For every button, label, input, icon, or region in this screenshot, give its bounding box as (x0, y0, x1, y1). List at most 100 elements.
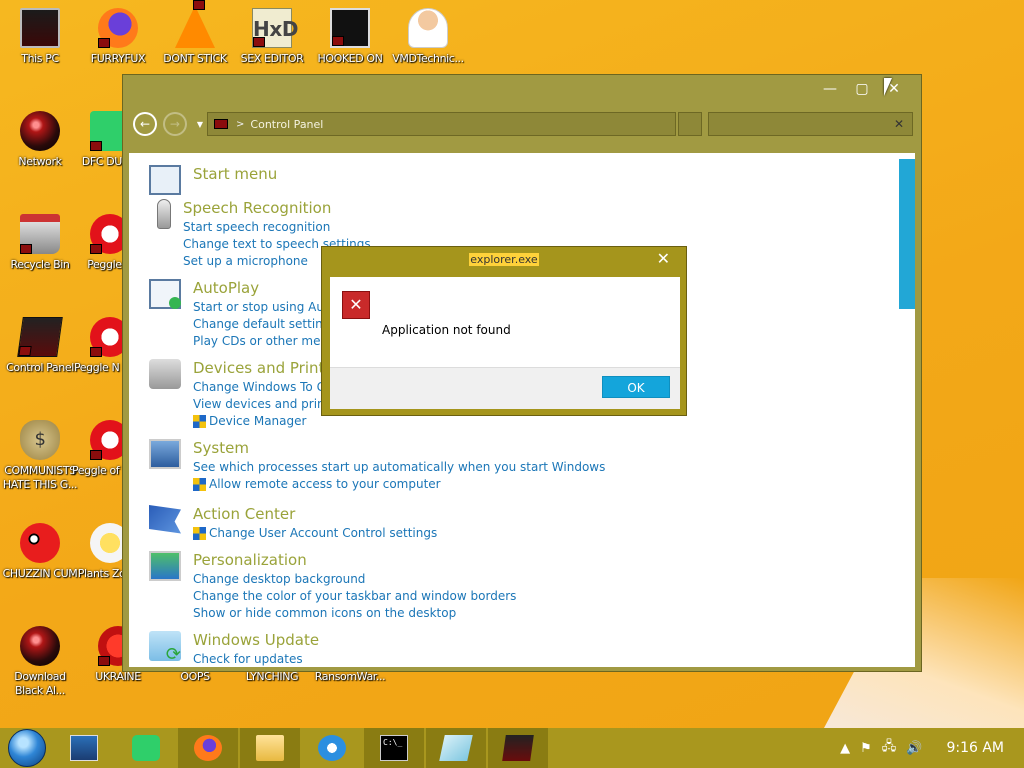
doctor-icon (408, 8, 448, 48)
dialog-close-button[interactable]: ✕ (657, 249, 670, 268)
recycle-bin-icon (20, 214, 60, 254)
desktop-icon-label: UKRAINE (95, 670, 141, 683)
error-icon: ✕ (342, 291, 370, 319)
taskbar-item-firefox[interactable] (178, 728, 238, 768)
refresh-button[interactable] (677, 112, 702, 136)
desktop-icon-label: OOPS (180, 670, 210, 683)
desktop-icon-label: DONT STICK (163, 52, 227, 65)
taskbar-item-command-prompt[interactable]: C:\_ (364, 728, 424, 768)
taskbar-item-notepad[interactable] (426, 728, 486, 768)
shortcut-badge-icon (253, 37, 265, 47)
category-link-text: Show or hide common icons on the desktop (193, 606, 457, 620)
category-link-text: Check for updates (193, 652, 303, 666)
maximize-button[interactable]: ▢ (849, 79, 875, 99)
system-tray: ▲ ⚑ 🖧 🔊 9:16 AM (840, 737, 1024, 759)
desktop-icon-label: Network (18, 155, 62, 168)
control-panel-icon (502, 735, 534, 761)
money-bag-icon: $ (20, 420, 60, 460)
window-controls: — ▢ ✕ (817, 79, 907, 99)
error-dialog: explorer.exe ✕ ✕ Application not found O… (321, 246, 687, 416)
category-start-menu: Start menu (149, 165, 277, 195)
recent-locations-dropdown[interactable]: ▼ (197, 120, 203, 129)
start-button[interactable] (8, 729, 46, 767)
category-system: System See which processes start up autom… (149, 439, 605, 493)
desktop-icon[interactable]: Download Black Al... (0, 626, 80, 698)
uac-shield-icon (193, 415, 206, 428)
desktop-icon[interactable]: CHUZZIN CUM (0, 523, 80, 581)
network-icon[interactable]: 🖧 (882, 737, 897, 759)
search-input[interactable]: ✕ (707, 112, 913, 136)
desktop-icon-label: Download Black Al... (14, 670, 66, 697)
category-link[interactable]: See which processes start up automatical… (193, 459, 605, 476)
desktop-icon-label: COMMUNISTS HATE THIS G... (2, 464, 78, 491)
taskbar-item-internet-explorer[interactable] (302, 728, 362, 768)
search-clear-icon[interactable]: ✕ (894, 117, 904, 131)
tray-overflow-icon[interactable]: ▲ (840, 741, 850, 756)
category-title[interactable]: Action Center (193, 505, 437, 523)
control-panel-icon (17, 317, 63, 357)
uac-shield-icon (193, 478, 206, 491)
minimize-button[interactable]: — (817, 79, 843, 99)
desktop-icon-label: RansomWar... (314, 670, 386, 683)
category-title[interactable]: System (193, 439, 605, 457)
desktop-icon-label: Recycle Bin (10, 258, 70, 271)
window-manager-icon (70, 735, 98, 761)
category-link[interactable]: Start speech recognition (183, 219, 371, 236)
forward-button[interactable]: → (162, 112, 187, 136)
desktop-icon[interactable]: This PC (0, 8, 80, 66)
back-button[interactable]: ← (133, 112, 157, 136)
shortcut-badge-icon (98, 38, 110, 48)
personalization-icon (149, 551, 181, 581)
category-link-text: Change the color of your taskbar and win… (193, 589, 517, 603)
printer-icon (149, 359, 181, 389)
taskbar-item-window-manager[interactable] (54, 728, 114, 768)
action-center-flag-icon[interactable]: ⚑ (860, 741, 872, 756)
desktop-icon[interactable]: $ COMMUNISTS HATE THIS G... (0, 420, 80, 492)
monitor-icon (20, 8, 60, 48)
taskbar: C:\_ ▲ ⚑ 🖧 🔊 9:16 AM (0, 728, 1024, 768)
category-link[interactable]: Change desktop background (193, 571, 516, 588)
desktop-icon[interactable]: DONT STICK (155, 0, 235, 66)
taskbar-item-control-panel[interactable] (488, 728, 548, 768)
category-title[interactable]: Speech Recognition (183, 199, 371, 217)
desktop-icon[interactable]: HxD SEX EDITOR (232, 8, 312, 66)
category-link[interactable]: Check for updates (193, 651, 319, 667)
shortcut-badge-icon (90, 347, 102, 357)
category-title[interactable]: Personalization (193, 551, 516, 569)
file-explorer-icon (256, 735, 284, 761)
category-link-text: Device Manager (209, 414, 307, 428)
ok-button[interactable]: OK (602, 376, 670, 398)
category-link[interactable]: Show or hide common icons on the desktop (193, 605, 516, 622)
shortcut-badge-icon (90, 450, 102, 460)
category-title[interactable]: Start menu (193, 165, 277, 183)
dialog-title: explorer.exe (469, 253, 539, 266)
vertical-scrollbar[interactable] (899, 159, 915, 309)
breadcrumb-control-panel[interactable]: Control Panel (250, 118, 323, 131)
hxd-icon: HxD (252, 8, 298, 48)
desktop-icon[interactable]: Control Panel (0, 317, 80, 375)
desktop-icon[interactable]: VMDTechnic... (388, 8, 468, 66)
clock[interactable]: 9:16 AM (946, 740, 1004, 756)
desktop-icon[interactable]: Network (0, 111, 80, 169)
shortcut-badge-icon (90, 244, 102, 254)
category-link[interactable]: Allow remote access to your computer (193, 476, 605, 493)
shortcut-badge-icon (193, 0, 205, 10)
desktop-icon-label: VMDTechnic... (392, 52, 464, 65)
command-prompt-icon: C:\_ (380, 735, 408, 761)
desktop-icon[interactable]: Recycle Bin (0, 214, 80, 272)
category-link[interactable]: Change User Account Control settings (193, 525, 437, 542)
volume-icon[interactable]: 🔊 (906, 741, 922, 756)
desktop-icon[interactable]: HOOKED ON (310, 8, 390, 66)
category-title[interactable]: Windows Update (193, 631, 319, 649)
taskbar-item-green-app[interactable] (116, 728, 176, 768)
microphone-icon (157, 199, 171, 229)
green-app-icon (132, 735, 160, 761)
shortcut-badge-icon (90, 141, 102, 151)
dialog-body: ✕ Application not found OK (330, 277, 680, 409)
mouse-cursor-icon (884, 78, 892, 96)
category-link-text: Allow remote access to your computer (209, 477, 441, 491)
desktop-icon[interactable]: FURRYFUX (78, 8, 158, 66)
address-bar[interactable]: > Control Panel (207, 112, 676, 136)
taskbar-item-file-explorer[interactable] (240, 728, 300, 768)
category-link[interactable]: Change the color of your taskbar and win… (193, 588, 516, 605)
